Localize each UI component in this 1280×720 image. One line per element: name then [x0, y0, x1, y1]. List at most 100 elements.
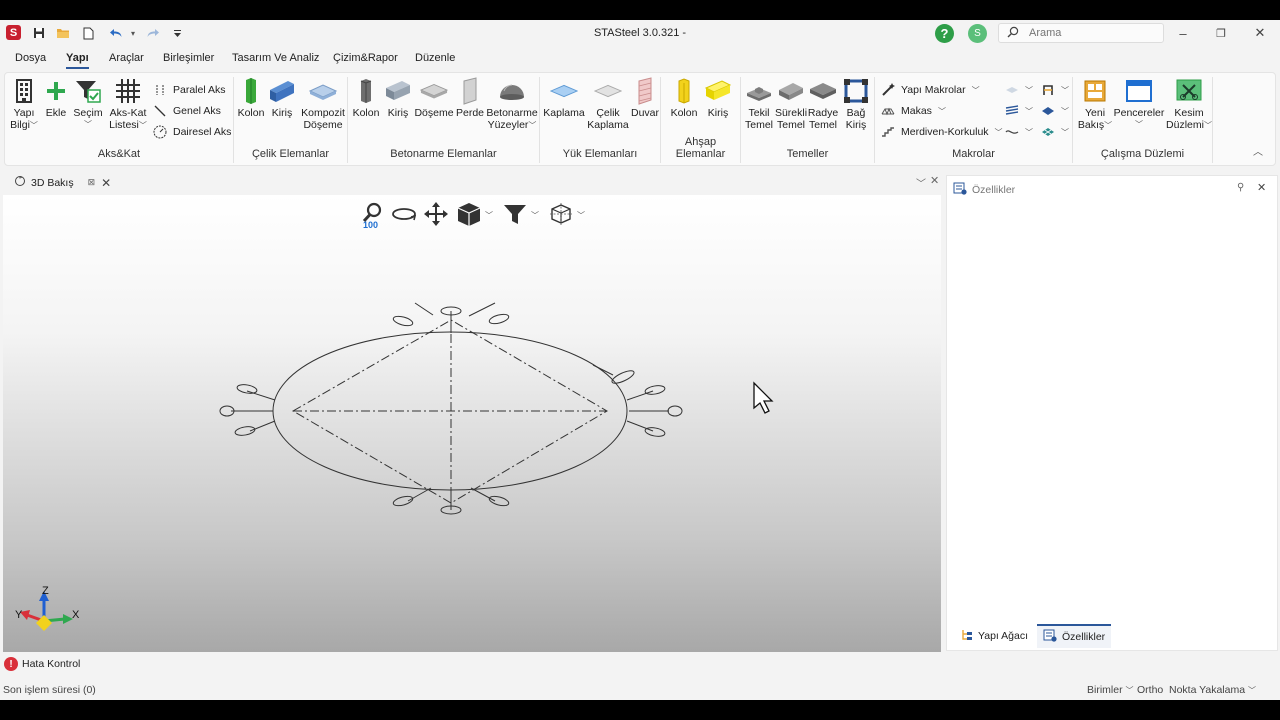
help-button[interactable]: ? — [935, 24, 954, 43]
macro-tool-1[interactable]: ﹀ — [1005, 83, 1033, 97]
search-input[interactable] — [1029, 27, 1149, 39]
wing-icon — [1041, 104, 1055, 118]
collapse-ribbon-icon[interactable]: ︿ — [1253, 143, 1263, 158]
concrete-beam-icon — [384, 77, 412, 105]
grid-icon — [114, 77, 142, 105]
tab-yapi[interactable]: Yapı — [66, 52, 89, 69]
perde-button[interactable]: Perde — [456, 77, 484, 119]
axis-label-x: X — [72, 609, 80, 621]
tab-birlesimler[interactable]: Birleşimler — [163, 52, 214, 64]
group-betonarme-elemanlar: Kolon Kiriş Döşeme Perde Betonarme Yüzey… — [348, 77, 540, 163]
betonarme-kiris-button[interactable]: Kiriş — [384, 77, 412, 119]
kesim-duzlemi-button[interactable]: Kesim Düzlemi﹀ — [1166, 77, 1212, 132]
ekle-button[interactable]: Ekle — [43, 77, 69, 119]
ortho-toggle[interactable]: Ortho — [1137, 684, 1163, 696]
ahsap-kolon-button[interactable]: Kolon — [669, 77, 699, 119]
macro-tool-3[interactable]: ﹀ — [1005, 125, 1033, 139]
group-calisma-duzlemi: Yeni Bakış﹀ Pencereler ﹀ Kesim Düzlemi﹀ … — [1073, 77, 1213, 163]
yapi-makrolar-button[interactable]: Yapı Makrolar ﹀ — [881, 83, 980, 97]
betonarme-kolon-button[interactable]: Kolon — [352, 77, 380, 119]
tab-ozellikler[interactable]: Özellikler — [1037, 624, 1112, 648]
snap-dropdown[interactable]: Nokta Yakalama ﹀ — [1169, 684, 1256, 696]
tab-tasarim-ve-analiz[interactable]: Tasarım Ve Analiz — [232, 52, 319, 64]
panel-grid-icon — [1041, 125, 1055, 139]
concrete-column-icon — [352, 77, 380, 105]
celik-kolon-button[interactable]: Kolon — [238, 77, 264, 119]
surekli-temel-button[interactable]: Sürekli Temel — [775, 77, 807, 131]
chevron-down-icon: ﹀ — [994, 127, 1003, 137]
pin-panel-icon[interactable]: ⚲ — [1237, 182, 1244, 193]
plus-icon — [42, 77, 70, 105]
redo-icon[interactable] — [145, 25, 161, 41]
avatar[interactable]: S — [968, 24, 987, 43]
pencereler-button[interactable]: Pencereler ﹀ — [1114, 77, 1164, 131]
tab-dropdown-icon[interactable]: ﹀ — [916, 175, 926, 190]
maximize-button[interactable]: ❐ — [1206, 23, 1236, 43]
merdiven-korkuluk-button[interactable]: Merdiven-Korkuluk ﹀ — [881, 125, 1003, 139]
betonarme-doseme-button[interactable]: Döşeme — [414, 77, 454, 119]
units-dropdown[interactable]: Birimler ﹀ — [1087, 684, 1134, 696]
celik-kiris-button[interactable]: Kiriş — [268, 77, 296, 119]
macro-tool-5[interactable]: ﹀ — [1041, 104, 1069, 118]
group-makrolar: Yapı Makrolar ﹀ Makas ﹀ Merdiven-Korkulu… — [875, 77, 1073, 163]
frame-icon — [1041, 83, 1055, 97]
tab-yapi-agaci[interactable]: Yapı Ağacı — [955, 624, 1034, 648]
search-icon — [1007, 26, 1019, 41]
composite-slab-icon — [309, 77, 337, 105]
macro-tool-6[interactable]: ﹀ — [1041, 125, 1069, 139]
plate-icon — [1005, 83, 1019, 97]
axis-triad-icon: Z X Y — [15, 585, 80, 631]
steel-cladding-icon — [594, 77, 622, 105]
kaplama-button[interactable]: Kaplama — [543, 77, 585, 119]
macro-tool-4[interactable]: ﹀ — [1041, 83, 1069, 97]
kompozit-doseme-button[interactable]: Kompozit Döşeme — [300, 77, 346, 131]
stairs-icon — [881, 125, 895, 139]
error-check-bar[interactable]: ! Hata Kontrol — [4, 657, 80, 671]
tie-beam-icon — [842, 77, 870, 105]
yapi-bilgi-button[interactable]: Yapı Bilgi﹀ — [9, 77, 39, 132]
duvar-button[interactable]: Duvar — [630, 77, 660, 119]
tab-araclar[interactable]: Araçlar — [109, 52, 144, 64]
secim-button[interactable]: Seçim ﹀ — [73, 77, 103, 131]
app-logo-icon[interactable]: S — [6, 25, 21, 40]
ahsap-kiris-button[interactable]: Kiriş — [703, 77, 733, 119]
chevron-down-icon: ﹀ — [937, 106, 946, 116]
group-aks-kat: Yapı Bilgi﹀ Ekle Seçim ﹀ Aks-Kat Listesi… — [5, 77, 234, 163]
celik-kaplama-button[interactable]: Çelik Kaplama — [587, 77, 629, 131]
3d-viewport[interactable]: 100 ﹀ ﹀ ﹀ Z X Y — [3, 195, 941, 652]
bag-kiris-button[interactable]: Bağ Kiriş — [841, 77, 871, 131]
tekil-temel-button[interactable]: Tekil Temel — [743, 77, 775, 131]
betonarme-yuzeyler-button[interactable]: Betonarme Yüzeyler﹀ — [486, 77, 538, 132]
close-button[interactable]: ✕ — [1245, 23, 1275, 43]
tree-icon — [961, 629, 973, 644]
brick-wall-icon — [631, 77, 659, 105]
yeni-bakis-button[interactable]: Yeni Bakış﹀ — [1078, 77, 1112, 132]
tab-cizim-rapor[interactable]: Çizim&Rapor — [333, 52, 398, 64]
radye-temel-button[interactable]: Radye Temel — [807, 77, 839, 131]
dome-surface-icon — [498, 77, 526, 105]
new-file-icon[interactable] — [81, 25, 95, 41]
undo-icon[interactable] — [108, 25, 124, 41]
genel-aks-button[interactable]: Genel Aks — [153, 104, 221, 118]
tab-dosya[interactable]: Dosya — [15, 52, 46, 64]
paralel-aks-button[interactable]: Paralel Aks — [153, 83, 226, 97]
close-panel-icon[interactable]: ✕ — [1257, 181, 1266, 194]
makas-button[interactable]: Makas ﹀ — [881, 104, 946, 118]
dairesel-aks-button[interactable]: Dairesel Aks — [153, 125, 231, 139]
aks-kat-listesi-button[interactable]: Aks-Kat Listesi﹀ — [109, 77, 147, 132]
tab-3d-bakis[interactable]: 3D Bakış ⊠ ✕ — [14, 175, 111, 190]
customize-toolbar-icon[interactable] — [172, 25, 182, 41]
open-folder-icon[interactable] — [56, 25, 70, 41]
search-box[interactable] — [998, 23, 1164, 43]
save-icon[interactable] — [32, 25, 46, 41]
macro-tool-2[interactable]: ﹀ — [1005, 104, 1033, 118]
curve-icon — [1005, 125, 1019, 139]
undo-dropdown-icon[interactable]: ▾ — [128, 25, 138, 41]
timber-beam-icon — [704, 77, 732, 105]
pin-icon[interactable]: ⊠ — [88, 177, 96, 188]
cladding-icon — [550, 77, 578, 105]
close-tab-icon[interactable]: ✕ — [101, 176, 111, 190]
minimize-button[interactable]: – — [1168, 23, 1198, 43]
close-document-icon[interactable]: ✕ — [930, 174, 939, 187]
tab-duzenle[interactable]: Düzenle — [415, 52, 455, 64]
